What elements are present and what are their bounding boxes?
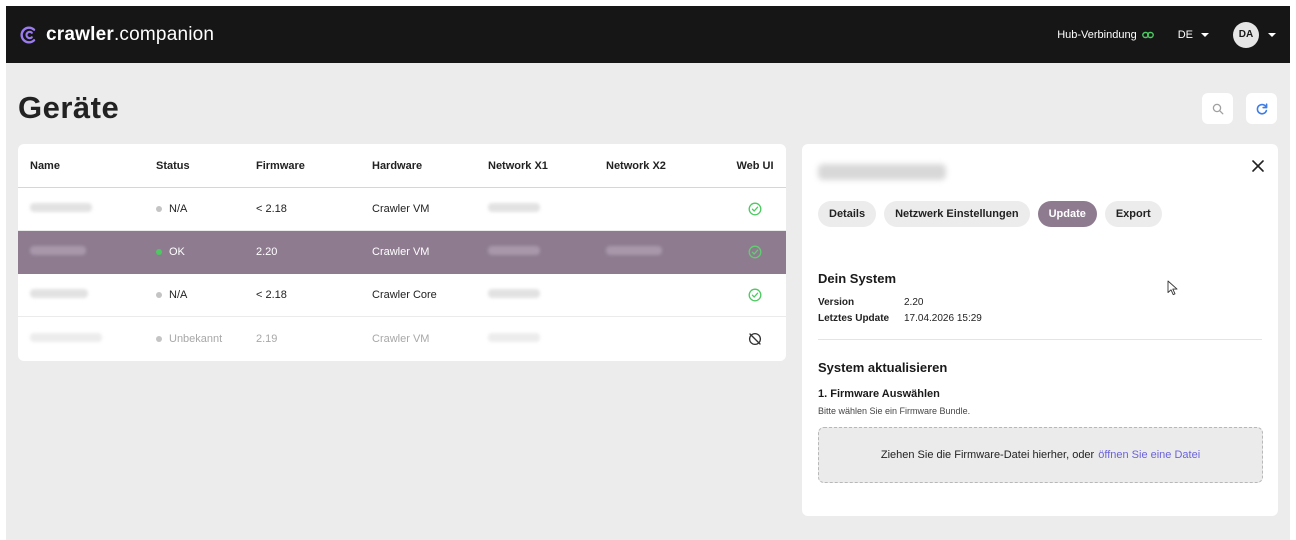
link-icon: [1141, 31, 1154, 38]
page-title: Geräte: [18, 90, 120, 125]
device-network-x1-redacted: [488, 246, 606, 258]
open-file-link[interactable]: öffnen Sie eine Datei: [1098, 449, 1200, 461]
status-dot-icon: [156, 292, 162, 298]
column-header-firmware[interactable]: Firmware: [256, 160, 372, 172]
table-row[interactable]: N/A < 2.18 Crawler Core: [18, 274, 786, 317]
device-network-x2-redacted: [606, 246, 724, 258]
device-status: OK: [142, 246, 256, 258]
table-row[interactable]: Unbekannt 2.19 Crawler VM: [18, 317, 786, 360]
column-header-status[interactable]: Status: [142, 160, 256, 172]
device-status: N/A: [142, 203, 256, 215]
tab-details[interactable]: Details: [818, 201, 877, 227]
device-network-x1-redacted: [488, 203, 606, 215]
version-row: Version 2.20: [818, 297, 923, 308]
last-update-label: Letztes Update: [818, 313, 890, 324]
app-logo[interactable]: crawler.companion: [18, 24, 214, 46]
hub-connection-label: Hub-Verbindung: [1057, 28, 1137, 41]
last-update-row: Letztes Update 17.04.2026 15:29: [818, 313, 982, 324]
web-ui-link[interactable]: [724, 245, 786, 259]
status-dot-icon: [156, 206, 162, 212]
detail-tabs: Details Netzwerk Einstellungen Update Ex…: [818, 201, 1162, 227]
device-name-redacted: [18, 289, 142, 301]
language-label: DE: [1177, 28, 1193, 41]
search-icon: [1212, 103, 1223, 114]
column-header-name[interactable]: Name: [18, 160, 142, 172]
column-header-network-x1[interactable]: Network X1: [488, 160, 606, 172]
web-ui-unavailable: [724, 332, 786, 346]
web-ui-link[interactable]: [724, 288, 786, 302]
tab-export[interactable]: Export: [1104, 201, 1162, 227]
device-status-label: OK: [169, 246, 185, 258]
device-network-x1-redacted: [488, 289, 606, 301]
version-value: 2.20: [904, 297, 924, 308]
table-row-selected[interactable]: OK 2.20 Crawler VM: [18, 231, 786, 274]
device-status-label: N/A: [169, 289, 188, 301]
device-status-label: N/A: [169, 203, 188, 215]
firmware-dropzone[interactable]: Ziehen Sie die Firmware-Datei hierher, o…: [818, 427, 1263, 483]
version-label: Version: [818, 297, 855, 308]
offline-icon: [748, 332, 762, 345]
table-header: Name Status Firmware Hardware Network X1…: [18, 144, 786, 188]
device-name-redacted: [18, 246, 142, 258]
device-detail-panel: Details Netzwerk Einstellungen Update Ex…: [802, 144, 1278, 516]
app-window: crawler.companion Hub-Verbindung DE DA G…: [6, 6, 1290, 540]
devices-table: Name Status Firmware Hardware Network X1…: [18, 144, 786, 361]
device-firmware: < 2.18: [256, 289, 287, 301]
top-bar: crawler.companion Hub-Verbindung DE DA: [6, 6, 1290, 63]
device-hardware: Crawler VM: [372, 332, 430, 345]
firmware-step-hint: Bitte wählen Sie ein Firmware Bundle.: [818, 406, 971, 416]
check-circle-icon: [748, 245, 762, 259]
device-name-redacted: [18, 203, 142, 215]
table-row[interactable]: N/A < 2.18 Crawler VM: [18, 188, 786, 231]
device-hardware: Crawler Core: [372, 289, 437, 301]
tab-network-settings[interactable]: Netzwerk Einstellungen: [884, 201, 1030, 227]
web-ui-link[interactable]: [724, 202, 786, 216]
divider: [818, 339, 1262, 340]
device-hardware: Crawler VM: [372, 203, 430, 215]
refresh-icon: [1256, 102, 1267, 115]
status-dot-icon: [156, 335, 162, 342]
column-header-hardware[interactable]: Hardware: [372, 160, 488, 172]
device-name-redacted: [18, 332, 142, 345]
cursor-icon: [1167, 280, 1178, 296]
hub-connection-status[interactable]: Hub-Verbindung: [1057, 29, 1154, 41]
device-network-x1-redacted: [488, 332, 606, 345]
dropzone-text: Ziehen Sie die Firmware-Datei hierher, o…: [880, 449, 1095, 461]
close-icon[interactable]: [1250, 158, 1266, 174]
user-menu[interactable]: DA: [1233, 21, 1276, 48]
column-header-network-x2[interactable]: Network X2: [606, 160, 724, 172]
device-firmware: 2.20: [256, 246, 278, 258]
last-update-value: 17.04.2026 15:29: [904, 313, 982, 324]
device-status: N/A: [142, 289, 256, 301]
device-status-label: Unbekannt: [169, 332, 223, 345]
device-hardware: Crawler VM: [372, 246, 430, 258]
firmware-step-title: 1. Firmware Auswählen: [818, 388, 940, 400]
tab-update[interactable]: Update: [1037, 201, 1097, 227]
chevron-down-icon: [1201, 32, 1209, 37]
status-dot-icon: [156, 249, 162, 255]
device-title-redacted: [818, 164, 946, 180]
search-button[interactable]: [1202, 93, 1233, 124]
check-circle-icon: [748, 202, 762, 216]
chevron-down-icon: [1268, 32, 1276, 37]
column-header-web-ui[interactable]: Web UI: [724, 160, 786, 172]
system-section-title: Dein System: [818, 271, 897, 286]
check-circle-icon: [748, 288, 762, 302]
avatar: DA: [1233, 21, 1259, 48]
device-status: Unbekannt: [142, 333, 256, 345]
logo-icon: [20, 26, 36, 43]
language-selector[interactable]: DE: [1178, 29, 1209, 41]
update-section-title: System aktualisieren: [818, 360, 948, 375]
device-firmware: < 2.18: [256, 203, 287, 215]
refresh-button[interactable]: [1246, 93, 1277, 124]
logo-text: crawler.companion: [46, 23, 215, 45]
device-firmware: 2.19: [256, 332, 278, 345]
